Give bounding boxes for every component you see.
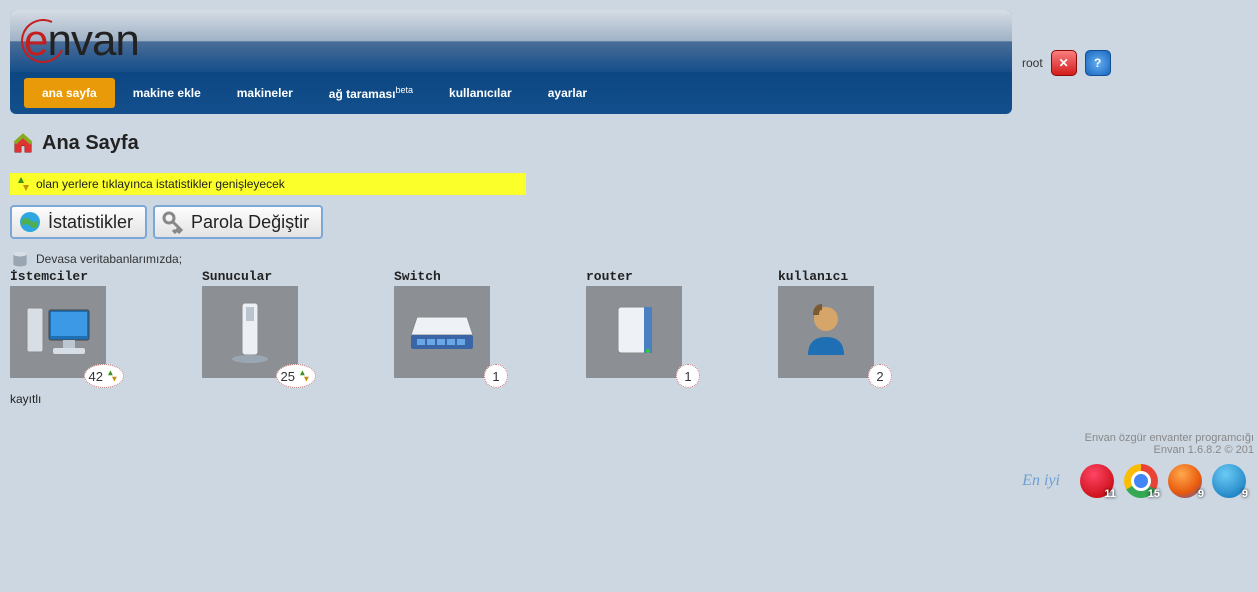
stat-label: İstemciler (10, 269, 160, 284)
expand-collapse-icon (16, 177, 30, 191)
nav-settings[interactable]: ayarlar (530, 78, 605, 108)
stat-label: Sunucular (202, 269, 352, 284)
tip-bar: olan yerlere tıklayınca istatistikler ge… (10, 173, 526, 195)
content-area: Ana Sayfa olan yerlere tıklayınca istati… (10, 114, 1012, 406)
nav-scan[interactable]: ağ taramasıbeta (311, 77, 431, 109)
nav-users[interactable]: kullanıcılar (431, 78, 530, 108)
help-icon[interactable]: ? (1085, 50, 1111, 76)
page-title-row: Ana Sayfa (10, 132, 1012, 155)
username-label: root (1022, 56, 1043, 70)
stat-servers[interactable]: Sunucular 25 (202, 269, 352, 378)
stat-client-icon: 42 (10, 286, 106, 378)
tab-row: İstatistikler Parola Değiştir (10, 205, 1012, 239)
header-bar: envan ana sayfa makine ekle makineler ağ… (10, 10, 1012, 114)
logo-area: envan (10, 10, 1012, 72)
nav-home[interactable]: ana sayfa (24, 78, 115, 108)
footer-version: Envan 1.6.8.2 © 201 (0, 444, 1254, 456)
stat-server-icon: 25 (202, 286, 298, 378)
close-icon[interactable]: ✕ (1051, 50, 1077, 76)
router-icon (604, 297, 664, 367)
desktop-icon (23, 302, 93, 362)
key-icon (161, 210, 185, 234)
stat-label: router (586, 269, 736, 284)
stat-user-icon: 2 (778, 286, 874, 378)
switch-icon (407, 307, 477, 357)
stat-user[interactable]: kullanıcı 2 (778, 269, 928, 378)
count-badge: 1 (676, 364, 700, 388)
stats-row: İstemciler 42 Sunucular (10, 269, 1012, 378)
footer-desc: Envan özgür envanter programcığı (0, 432, 1254, 444)
footer: Envan özgür envanter programcığı Envan 1… (0, 432, 1258, 498)
count-badge: 42 (84, 364, 124, 388)
count-badge: 25 (276, 364, 316, 388)
tab-label: İstatistikler (48, 212, 133, 233)
ie-icon: 9 (1212, 464, 1246, 498)
database-icon (10, 249, 30, 269)
nav-add-machine[interactable]: makine ekle (115, 78, 219, 108)
stat-label: kullanıcı (778, 269, 928, 284)
tip-text: olan yerlere tıklayınca istatistikler ge… (36, 177, 285, 191)
registered-label: kayıtlı (10, 392, 1012, 406)
stat-router-icon: 1 (586, 286, 682, 378)
tab-change-password[interactable]: Parola Değiştir (153, 205, 323, 239)
home-icon (12, 133, 34, 155)
firefox-icon: 9 (1168, 464, 1202, 498)
db-description: Devasa veritabanlarımızda; (10, 249, 1012, 269)
browser-recommend: En iyi 11 15 9 9 (1022, 464, 1254, 498)
stat-router[interactable]: router 1 (586, 269, 736, 378)
user-area: root ✕ ? (1012, 10, 1111, 76)
main-nav: ana sayfa makine ekle makineler ağ taram… (10, 72, 1012, 114)
tab-statistics[interactable]: İstatistikler (10, 205, 147, 239)
count-badge: 2 (868, 364, 892, 388)
stat-switch-icon: 1 (394, 286, 490, 378)
opera-icon: 11 (1080, 464, 1114, 498)
chrome-icon: 15 (1124, 464, 1158, 498)
app-logo: envan (24, 16, 139, 66)
page-title: Ana Sayfa (42, 132, 139, 155)
count-badge: 1 (484, 364, 508, 388)
expand-collapse-icon (106, 370, 117, 381)
stat-clients[interactable]: İstemciler 42 (10, 269, 160, 378)
stat-switch[interactable]: Switch 1 (394, 269, 544, 378)
nav-machines[interactable]: makineler (219, 78, 311, 108)
globe-icon (18, 210, 42, 234)
person-icon (796, 297, 856, 367)
tab-label: Parola Değiştir (191, 212, 309, 233)
tower-server-icon (220, 297, 280, 367)
best-with-label: En iyi (1022, 472, 1060, 490)
expand-collapse-icon (298, 370, 309, 381)
stat-label: Switch (394, 269, 544, 284)
